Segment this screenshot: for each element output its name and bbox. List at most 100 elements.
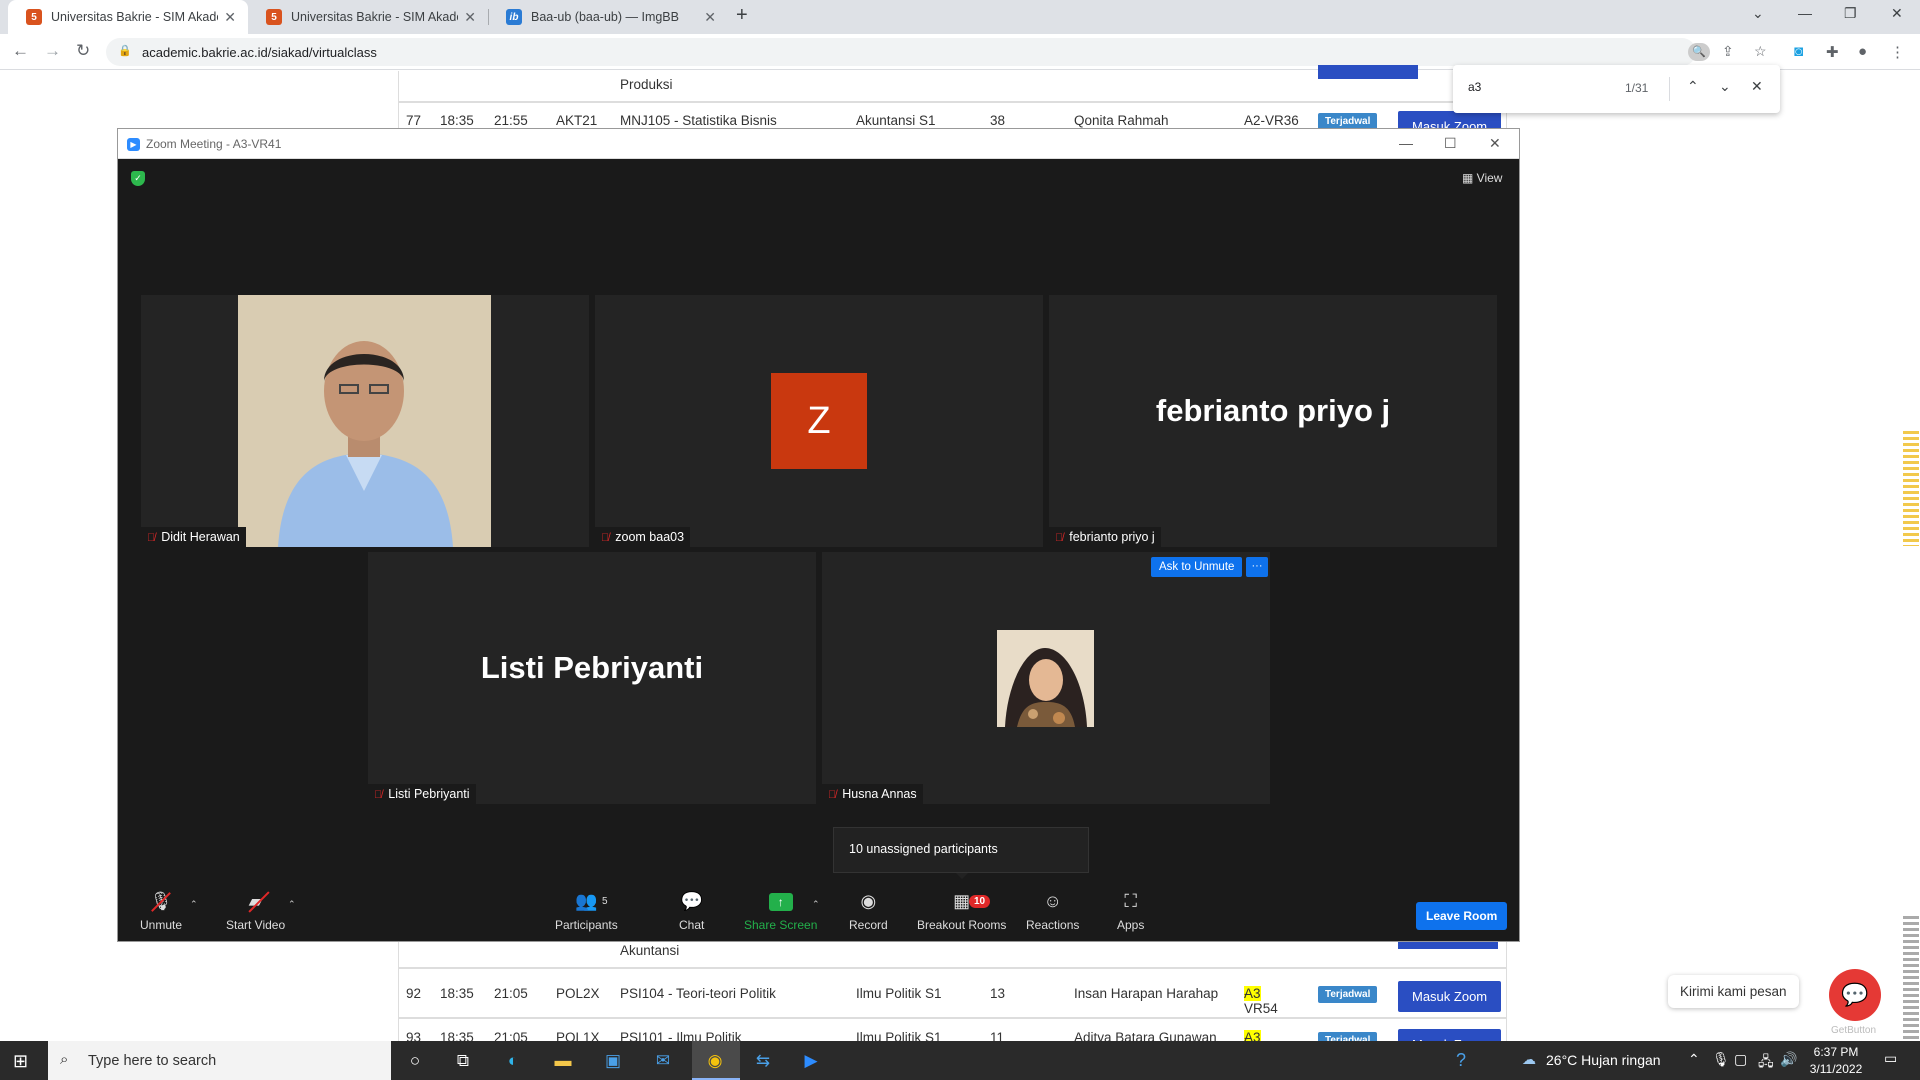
- html5-icon: 5: [266, 9, 282, 25]
- weather-cloud-icon: ☁: [1522, 1051, 1536, 1067]
- audio-options-caret-icon[interactable]: ⌃: [190, 899, 198, 910]
- mail-icon[interactable]: ✉: [650, 1048, 676, 1074]
- find-input[interactable]: a3: [1468, 80, 1481, 94]
- participant-tile[interactable]: Z 🎙̸ zoom baa03: [595, 295, 1043, 547]
- volume-icon[interactable]: 🔊: [1780, 1051, 1797, 1068]
- browser-tab-3[interactable]: ib Baa-ub (baa-ub) — ImgBB ✕: [488, 0, 728, 34]
- leave-room-button[interactable]: Leave Room: [1416, 902, 1508, 930]
- record-icon: ◉: [860, 891, 877, 911]
- start-video-button[interactable]: ▰ Start Video: [226, 891, 285, 932]
- unmute-button[interactable]: 🎙 Unmute: [140, 891, 182, 932]
- close-find-icon[interactable]: ✕: [1751, 78, 1763, 95]
- microphone-icon[interactable]: 🎙: [1712, 1051, 1730, 1068]
- imgbb-icon: ib: [506, 9, 522, 25]
- participant-name-tag: 🎙̸ Listi Pebriyanti: [368, 784, 476, 804]
- find-in-page-icon[interactable]: 🔍: [1688, 43, 1710, 61]
- extensions-puzzle-icon[interactable]: ✚: [1826, 43, 1839, 61]
- record-button[interactable]: ◉ Record: [849, 891, 888, 932]
- maximize-window-icon[interactable]: ☐: [1444, 135, 1457, 152]
- cortana-icon[interactable]: ○: [402, 1048, 428, 1074]
- clock-time[interactable]: 6:37 PM: [1804, 1045, 1868, 1059]
- menu-kebab-icon[interactable]: ⋮: [1890, 43, 1905, 61]
- bookmark-star-icon[interactable]: ☆: [1754, 43, 1767, 60]
- close-tab-icon[interactable]: ✕: [704, 9, 716, 26]
- breakout-rooms-button[interactable]: ▦ Breakout Rooms: [917, 891, 1006, 932]
- extension-icon[interactable]: ◙: [1794, 43, 1803, 60]
- more-options-button[interactable]: ···: [1246, 557, 1268, 577]
- masuk-zoom-button[interactable]: [1398, 941, 1498, 949]
- minimize-window-icon[interactable]: —: [1798, 5, 1812, 21]
- chat-button[interactable]: 💬 Chat: [679, 891, 704, 932]
- profile-avatar-icon[interactable]: ●: [1858, 43, 1867, 60]
- back-icon[interactable]: ←: [12, 41, 29, 61]
- close-window-icon[interactable]: ✕: [1489, 135, 1501, 152]
- network-icon[interactable]: 🖧: [1758, 1051, 1774, 1075]
- find-previous-icon[interactable]: ⌃: [1687, 78, 1699, 95]
- breakout-rooms-label: Breakout Rooms: [917, 918, 1007, 932]
- url-text[interactable]: academic.bakrie.ac.id/siakad/virtualclas…: [142, 45, 377, 60]
- record-label: Record: [849, 918, 888, 932]
- browser-tab-2[interactable]: 5 Universitas Bakrie - SIM Akadem ✕: [248, 0, 488, 34]
- address-bar[interactable]: 🔒 academic.bakrie.ac.id/siakad/virtualcl…: [106, 38, 1767, 66]
- notifications-icon[interactable]: ▭: [1884, 1050, 1897, 1067]
- share-options-caret-icon[interactable]: ⌃: [812, 899, 820, 910]
- new-tab-button[interactable]: +: [736, 4, 748, 27]
- weather-text[interactable]: 26°C Hujan ringan: [1546, 1052, 1661, 1068]
- tab-search-icon[interactable]: ⌄: [1752, 5, 1764, 22]
- participant-photo: [997, 630, 1094, 727]
- muted-mic-icon: 🎙̸: [147, 532, 156, 544]
- participant-display-name: febrianto priyo j: [1155, 393, 1391, 428]
- task-view-icon[interactable]: ⧉: [450, 1048, 476, 1074]
- file-explorer-icon[interactable]: ▬: [550, 1048, 576, 1074]
- person-photo-icon: [997, 630, 1094, 727]
- close-tab-icon[interactable]: ✕: [224, 9, 236, 26]
- apps-button[interactable]: ⛶ Apps: [1117, 891, 1144, 932]
- unmute-label: Unmute: [140, 918, 183, 932]
- help-icon[interactable]: ?: [1456, 1050, 1466, 1071]
- chrome-icon[interactable]: ◉: [702, 1048, 728, 1074]
- microsoft-store-icon[interactable]: ▣: [600, 1048, 626, 1074]
- chat-widget-bubble[interactable]: Kirimi kami pesan: [1668, 975, 1799, 1008]
- minimize-window-icon[interactable]: —: [1399, 135, 1413, 151]
- close-window-icon[interactable]: ✕: [1891, 5, 1903, 22]
- browser-tab-1[interactable]: 5 Universitas Bakrie - SIM Akadem ✕: [8, 0, 248, 34]
- course-cell: MNJ105 - Statistika Bisnis: [620, 113, 777, 128]
- encryption-shield-icon[interactable]: ✓: [131, 171, 145, 186]
- masuk-zoom-button[interactable]: [1318, 65, 1418, 79]
- participant-name: febrianto priyo j: [1069, 530, 1155, 544]
- lock-icon[interactable]: 🔒: [118, 44, 132, 57]
- muted-mic-icon: 🎙̸: [828, 789, 837, 801]
- muted-mic-icon: 🎙: [150, 891, 172, 915]
- participant-tile[interactable]: Listi Pebriyanti 🎙̸ Listi Pebriyanti: [368, 552, 816, 804]
- participant-tile[interactable]: 🎙̸ Husna Annas: [822, 552, 1270, 804]
- video-options-caret-icon[interactable]: ⌃: [288, 899, 296, 910]
- participant-tile[interactable]: febrianto priyo j 🎙̸ febrianto priyo j: [1049, 295, 1497, 547]
- reactions-button[interactable]: ☺ Reactions: [1026, 891, 1079, 932]
- chat-widget-button[interactable]: 💬: [1829, 969, 1881, 1021]
- share-icon[interactable]: ⇪: [1722, 43, 1734, 60]
- participants-button[interactable]: 👥 Participants: [555, 891, 618, 932]
- ask-to-unmute-button[interactable]: Ask to Unmute: [1151, 557, 1243, 577]
- edge-icon[interactable]: ◐: [500, 1048, 526, 1074]
- windows-start-icon[interactable]: ⊞: [13, 1051, 28, 1072]
- clock-date[interactable]: 3/11/2022: [1804, 1062, 1868, 1076]
- forward-icon[interactable]: →: [44, 41, 61, 61]
- teamviewer-icon[interactable]: ⇆: [750, 1048, 776, 1074]
- restore-window-icon[interactable]: ❐: [1844, 5, 1857, 22]
- view-label: View: [1476, 171, 1503, 185]
- share-screen-button[interactable]: ↑ Share Screen: [744, 891, 817, 932]
- tray-app-icon[interactable]: ▢: [1734, 1051, 1747, 1068]
- tray-chevron-icon[interactable]: ⌃: [1688, 1051, 1700, 1068]
- start-cell: 18:35: [440, 113, 474, 128]
- reload-icon[interactable]: ↻: [76, 41, 90, 61]
- close-tab-icon[interactable]: ✕: [464, 9, 476, 26]
- chat-icon: 💬: [680, 891, 703, 911]
- participant-tile[interactable]: 🎙̸ Didit Herawan: [141, 295, 589, 547]
- view-button[interactable]: ▦ View: [1462, 171, 1502, 185]
- masuk-zoom-button[interactable]: Masuk Zoom: [1398, 981, 1502, 1012]
- find-next-icon[interactable]: ⌄: [1719, 78, 1731, 95]
- participants-icon: 👥: [575, 891, 598, 911]
- no-cell: 92: [406, 986, 422, 1001]
- taskbar-search-box[interactable]: ⌕ Type here to search: [48, 1041, 391, 1080]
- zoom-icon[interactable]: ▶: [798, 1048, 824, 1074]
